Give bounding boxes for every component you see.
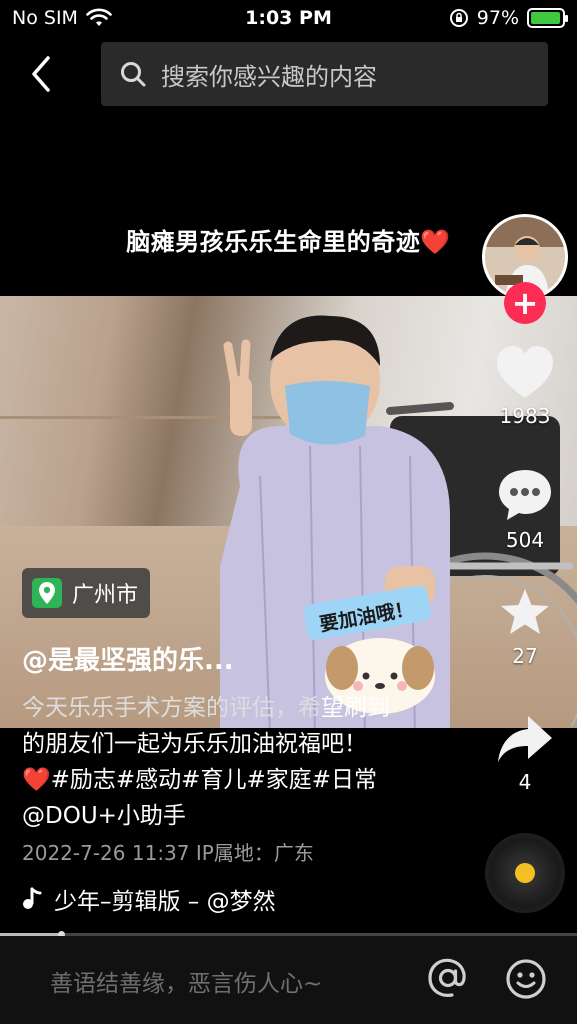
emoji-icon[interactable] (505, 958, 547, 1000)
status-bar: No SIM 1:03 PM 97% (0, 0, 577, 36)
music-title: 少年–剪辑版 – @梦然 (54, 889, 276, 915)
comment-count: 504 (505, 528, 545, 552)
at-mention-icon[interactable] (426, 956, 470, 1000)
share-button[interactable]: 4 (482, 714, 568, 794)
battery-icon (527, 8, 568, 28)
location-pin-icon (32, 578, 62, 608)
author-name[interactable]: @是最坚强的乐... (22, 640, 234, 677)
post-meta: 2022-7-26 11:37 IP属地：广东 (22, 841, 314, 865)
description-line-1: 今天乐乐手术方案的评估，希 (22, 695, 321, 721)
music-label[interactable]: 少年–剪辑版 – @梦然 (22, 882, 276, 916)
status-right: 97% (449, 7, 568, 29)
location-tag[interactable]: 广州市 (22, 568, 151, 618)
music-note-icon (23, 887, 42, 909)
favorite-button[interactable]: 27 (482, 586, 568, 668)
plus-icon: + (511, 284, 539, 322)
comment-button[interactable]: 504 (482, 466, 568, 552)
location-label: 广州市 (72, 583, 139, 608)
share-arrow-icon (498, 716, 552, 762)
comment-input[interactable]: 善语结善缘，恶言伤人心~ (50, 964, 322, 998)
like-button[interactable]: 1983 (482, 344, 568, 428)
search-icon (121, 62, 146, 87)
disc-core (515, 863, 535, 883)
orientation-lock-icon (449, 9, 468, 27)
like-count: 1983 (499, 404, 551, 428)
share-count: 4 (518, 770, 532, 794)
chevron-left-icon (32, 56, 50, 92)
battery-percent: 97% (476, 7, 519, 29)
comment-bar: 善语结善缘，恶言伤人心~ (0, 936, 577, 1024)
favorite-count: 27 (512, 644, 538, 668)
search-input[interactable]: 搜索你感兴趣的内容 (101, 42, 548, 106)
music-disc[interactable] (485, 833, 565, 913)
heart-icon (497, 346, 553, 398)
follow-button[interactable]: + (504, 282, 546, 324)
star-icon (501, 589, 549, 634)
back-button[interactable] (22, 52, 62, 96)
search-placeholder: 搜索你感兴趣的内容 (161, 62, 377, 91)
post-description: 今天乐乐手术方案的评估，希望刷到的朋友们一起为乐乐加油祝福吧！❤️#励志#感动#… (22, 690, 392, 834)
comment-icon (499, 470, 551, 520)
